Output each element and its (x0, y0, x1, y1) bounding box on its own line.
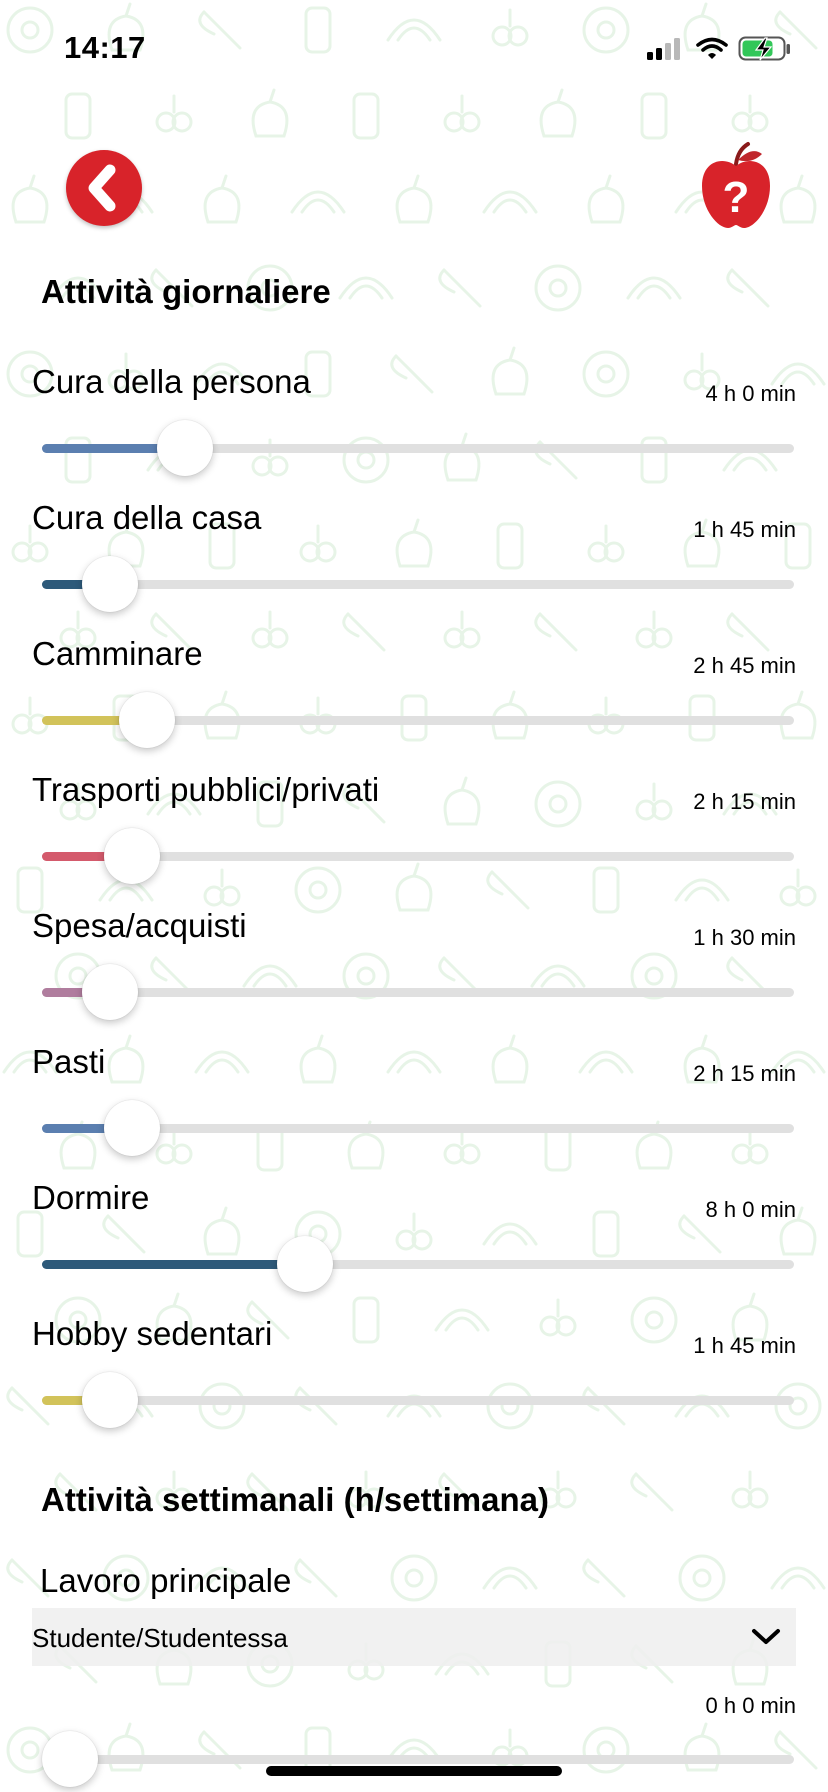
activity-label: Pasti (32, 1043, 106, 1080)
slider-thumb[interactable] (104, 828, 160, 884)
back-button[interactable] (66, 150, 142, 226)
main-work-value: 0 h 0 min (705, 1693, 797, 1718)
activity-slider[interactable] (42, 692, 794, 748)
status-time: 14:17 (64, 30, 146, 65)
wifi-icon (696, 37, 728, 59)
battery-charging-icon (738, 36, 790, 61)
activity-label: Trasporti pubblici/privati (32, 771, 380, 808)
slider-thumb[interactable] (277, 1236, 333, 1292)
activity-slider[interactable] (42, 420, 794, 476)
dropdown-selected-value: Studente/Studentessa (32, 1623, 288, 1653)
help-button[interactable]: ? (696, 140, 776, 232)
activity-label: Spesa/acquisti (32, 907, 247, 944)
activity-slider[interactable] (42, 828, 794, 884)
activity-slider[interactable] (42, 1100, 794, 1156)
slider-thumb[interactable] (104, 1100, 160, 1156)
slider-thumb[interactable] (82, 1372, 138, 1428)
activity-value: 1 h 30 min (693, 925, 796, 950)
slider-thumb[interactable] (82, 964, 138, 1020)
activity-label: Camminare (32, 635, 203, 672)
activity-label: Cura della persona (32, 363, 311, 400)
activity-slider[interactable] (42, 1372, 794, 1428)
cellular-signal-icon (647, 38, 680, 60)
main-work-dropdown[interactable]: Studente/Studentessa (32, 1608, 796, 1666)
activity-value: 2 h 45 min (693, 653, 796, 678)
activity-value: 2 h 15 min (693, 789, 796, 814)
activity-slider[interactable] (42, 1236, 794, 1292)
daily-section-title: Attività giornaliere (41, 273, 331, 310)
activity-value: 2 h 15 min (693, 1061, 796, 1086)
slider-thumb[interactable] (82, 556, 138, 612)
slider-thumb[interactable] (157, 420, 213, 476)
apple-question-icon: ? (702, 142, 770, 228)
activity-value: 1 h 45 min (693, 517, 796, 542)
svg-text:?: ? (723, 173, 750, 222)
slider-fill (42, 1260, 305, 1269)
activity-value: 8 h 0 min (705, 1197, 797, 1222)
weekly-section-title: Attività settimanali (h/settimana) (41, 1481, 549, 1518)
activity-slider[interactable] (42, 556, 794, 612)
status-icons (646, 34, 792, 64)
main-work-label: Lavoro principale (40, 1562, 292, 1599)
activity-label: Cura della casa (32, 499, 262, 536)
activity-value: 4 h 0 min (705, 381, 797, 406)
slider-thumb[interactable] (42, 1731, 98, 1787)
chevron-down-icon (752, 1629, 780, 1644)
activity-label: Dormire (32, 1179, 150, 1216)
main-work-slider[interactable] (42, 1731, 794, 1787)
activity-value: 1 h 45 min (693, 1333, 796, 1358)
home-indicator (266, 1766, 562, 1776)
activity-slider[interactable] (42, 964, 794, 1020)
slider-thumb[interactable] (119, 692, 175, 748)
chevron-left-icon (88, 164, 116, 212)
activity-label: Hobby sedentari (32, 1315, 273, 1352)
